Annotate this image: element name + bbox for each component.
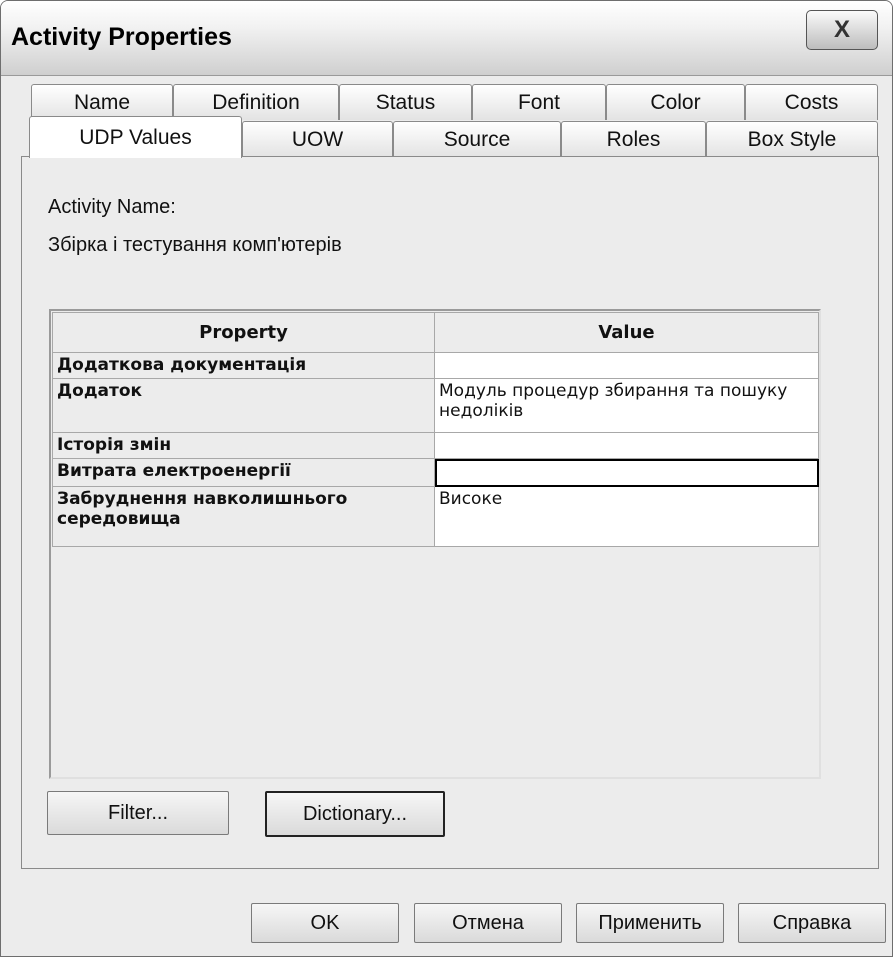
close-button[interactable]: X [806, 10, 878, 50]
value-cell-editing[interactable] [434, 458, 819, 487]
value-cell[interactable]: Модуль процедур збирання та пошуку недол… [434, 378, 819, 433]
value-cell[interactable] [434, 352, 819, 379]
filter-button[interactable]: Filter... [47, 791, 229, 835]
property-cell: Забруднення навколишнього середовища [52, 486, 435, 547]
tab-udp-values[interactable]: UDP Values [29, 116, 242, 158]
udp-table: Property Value Додаткова документація До… [52, 312, 819, 547]
apply-button[interactable]: Применить [576, 903, 724, 943]
udp-grid: Property Value Додаткова документація До… [49, 309, 821, 779]
table-row: Забруднення навколишнього середовища Вис… [52, 486, 819, 547]
tab-source[interactable]: Source [393, 121, 561, 157]
table-row: Витрата електроенергії [52, 458, 819, 487]
tab-costs[interactable]: Costs [745, 84, 878, 120]
property-cell: Витрата електроенергії [52, 458, 435, 487]
tab-definition[interactable]: Definition [173, 84, 339, 120]
tab-font[interactable]: Font [472, 84, 606, 120]
activity-name-value: Збірка і тестування комп'ютерів [48, 234, 342, 256]
tab-status[interactable]: Status [339, 84, 472, 120]
table-row: Додаток Модуль процедур збирання та пошу… [52, 378, 819, 433]
table-row: Історія змін [52, 432, 819, 459]
tab-box-style[interactable]: Box Style [706, 121, 878, 157]
tab-uow[interactable]: UOW [242, 121, 393, 157]
tab-color[interactable]: Color [606, 84, 745, 120]
property-column-header: Property [52, 312, 435, 353]
activity-properties-dialog: Activity Properties X Name Definition St… [0, 0, 893, 957]
tab-roles[interactable]: Roles [561, 121, 706, 157]
activity-name-label: Activity Name: [48, 196, 176, 218]
cancel-button[interactable]: Отмена [414, 903, 562, 943]
help-button[interactable]: Справка [738, 903, 886, 943]
property-cell: Додаток [52, 378, 435, 433]
window-title: Activity Properties [11, 23, 232, 51]
table-row: Додаткова документація [52, 352, 819, 379]
property-cell: Додаткова документація [52, 352, 435, 379]
title-bar: Activity Properties X [1, 1, 892, 76]
value-column-header: Value [434, 312, 819, 353]
property-cell: Історія змін [52, 432, 435, 459]
grid-header-row: Property Value [52, 312, 819, 353]
dictionary-button[interactable]: Dictionary... [265, 791, 445, 837]
value-cell[interactable]: Високе [434, 486, 819, 547]
tab-name[interactable]: Name [31, 84, 173, 120]
ok-button[interactable]: OK [251, 903, 399, 943]
value-cell[interactable] [434, 432, 819, 459]
close-icon: X [833, 16, 850, 43]
